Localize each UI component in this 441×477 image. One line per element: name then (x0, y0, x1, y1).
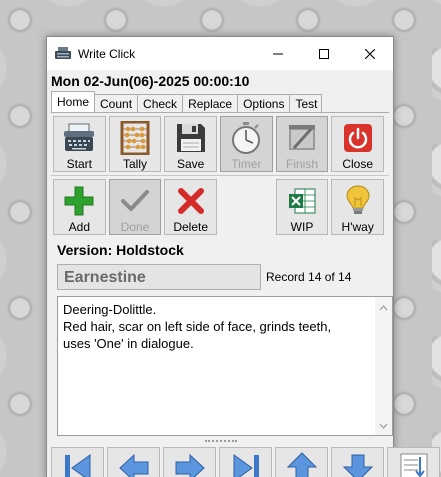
session-datetime: Mon 02-Jun(06)-2025 00:00:10 (47, 70, 393, 90)
close-window-button[interactable] (347, 37, 393, 70)
move-down-icon (342, 454, 373, 477)
tab-replace[interactable]: Replace (182, 94, 239, 112)
window-title: Write Click (78, 46, 136, 61)
notes-text: Deering-Dolittle. Red hair, scar on left… (63, 302, 332, 351)
finish-button[interactable]: Finish (275, 116, 329, 172)
previous-record-icon (118, 453, 148, 477)
lightbulb-icon (346, 184, 370, 214)
scrollbar-arrows (379, 305, 388, 429)
done-label: Done (120, 220, 150, 234)
maximize-button[interactable] (301, 37, 347, 70)
plus-icon (64, 186, 94, 215)
ribbon-tabs: Home Count Check Replace Options Test (51, 91, 393, 112)
checkmark-icon (121, 189, 149, 211)
move-up-icon (286, 452, 317, 477)
version-heading: Version: Holdstock (57, 242, 184, 258)
excel-icon (289, 188, 316, 213)
close-app-button[interactable]: Close (331, 116, 385, 172)
next-record-icon (175, 453, 205, 477)
wip-button[interactable]: WIP (275, 179, 329, 235)
power-icon (343, 123, 372, 152)
move-down-button[interactable] (331, 447, 384, 477)
resize-grip[interactable] (205, 440, 237, 443)
hway-label: H'way (341, 220, 374, 234)
move-up-button[interactable] (275, 447, 328, 477)
delete-x-icon (177, 187, 204, 214)
last-record-icon (233, 454, 259, 477)
typewriter-icon (64, 123, 95, 151)
tab-options[interactable]: Options (237, 94, 291, 112)
start-button[interactable]: Start (53, 116, 106, 172)
tab-count[interactable]: Count (94, 94, 139, 112)
navigation-row (51, 447, 441, 477)
abacus-icon (120, 120, 150, 155)
finish-flag-icon (289, 124, 316, 150)
toolbar-row-2: Add Done Delete WIP H'way (51, 176, 389, 236)
finish-label: Finish (286, 157, 319, 171)
close-label: Close (342, 157, 374, 171)
add-button[interactable]: Add (53, 179, 106, 235)
save-label: Save (177, 157, 205, 171)
timer-label: Timer (231, 157, 262, 171)
toolbar-row-1: Start Tally Save Timer Finish Close (51, 113, 389, 173)
first-record-icon (64, 454, 90, 477)
home-tab-panel: Start Tally Save Timer Finish Close Add … (51, 112, 393, 436)
list-down-button[interactable] (387, 447, 440, 477)
minimize-button[interactable] (255, 37, 301, 70)
notes-scrollbar[interactable] (375, 297, 392, 435)
maximize-icon (319, 48, 329, 59)
tab-test[interactable]: Test (289, 94, 323, 112)
delete-label: Delete (173, 220, 209, 234)
notes-textarea[interactable]: Deering-Dolittle. Red hair, scar on left… (57, 296, 393, 436)
start-label: Start (66, 157, 92, 171)
floppy-disk-icon (176, 123, 205, 152)
wip-label: WIP (290, 220, 314, 234)
record-counter: Record 14 of 14 (266, 270, 352, 284)
character-name-field[interactable]: Earnestine (57, 264, 261, 290)
hway-button[interactable]: H'way (331, 179, 385, 235)
last-record-button[interactable] (219, 447, 272, 477)
minimize-icon (273, 53, 283, 54)
stopwatch-icon (232, 121, 261, 154)
next-record-button[interactable] (163, 447, 216, 477)
add-label: Add (68, 220, 91, 234)
previous-record-button[interactable] (107, 447, 160, 477)
list-down-icon (400, 453, 427, 477)
tab-check[interactable]: Check (137, 94, 184, 112)
save-button[interactable]: Save (164, 116, 218, 172)
app-window: Write Click Mon 02-Jun(06)-2025 00:00:10… (46, 36, 440, 477)
close-icon (365, 48, 375, 59)
typewriter-app-icon (55, 46, 71, 59)
tally-label: Tally (123, 157, 148, 171)
tally-button[interactable]: Tally (108, 116, 162, 172)
delete-button[interactable]: Delete (164, 179, 218, 235)
title-bar[interactable]: Write Click (47, 37, 393, 70)
done-button[interactable]: Done (108, 179, 162, 235)
timer-button[interactable]: Timer (220, 116, 273, 172)
tab-home[interactable]: Home (51, 91, 96, 112)
first-record-button[interactable] (51, 447, 104, 477)
